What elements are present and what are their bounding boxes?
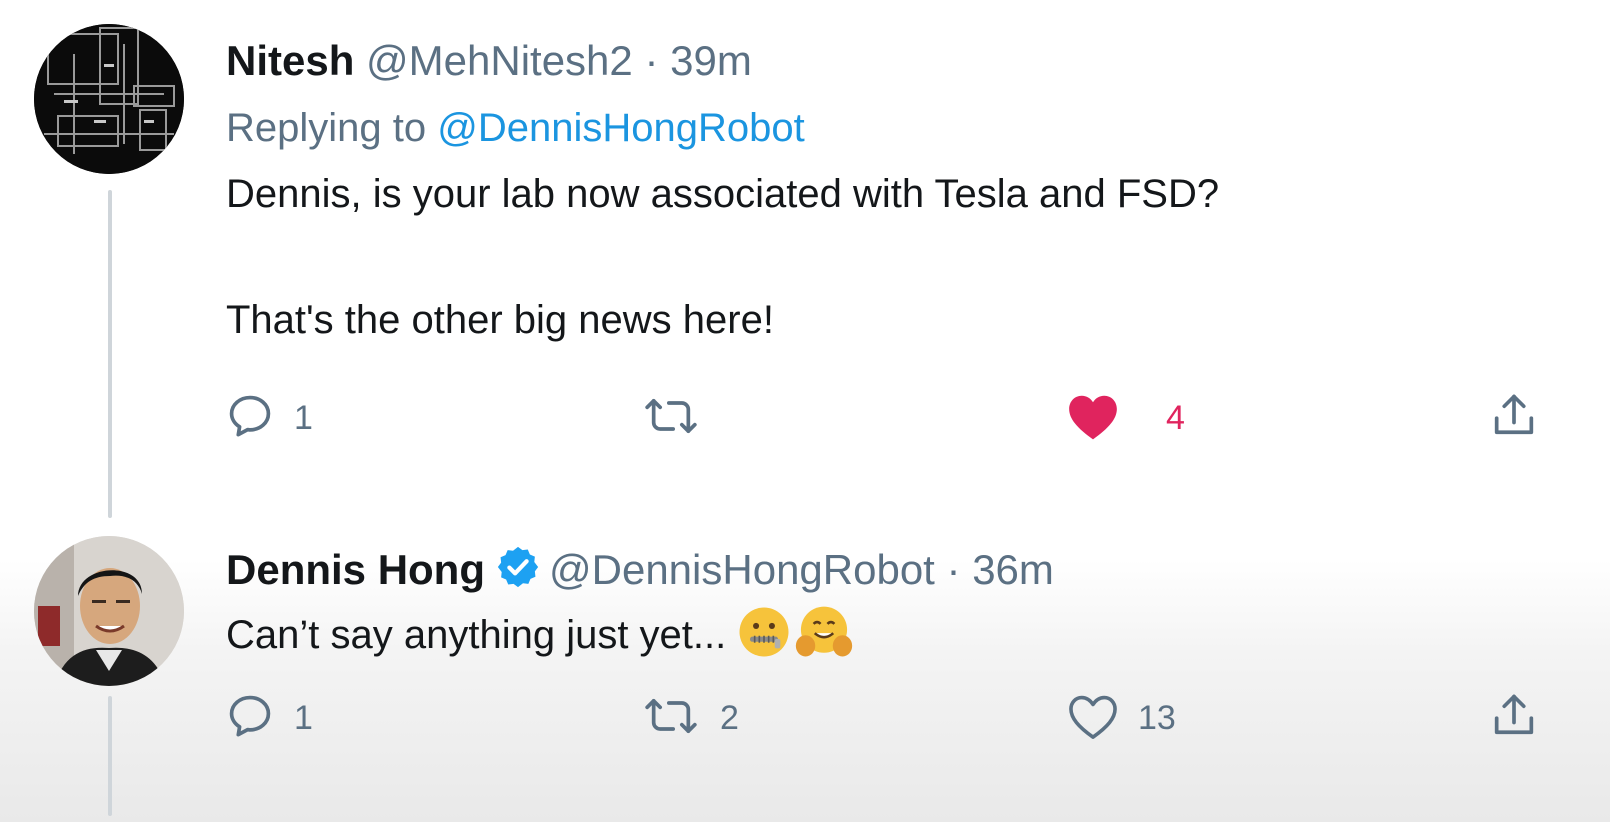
share-icon <box>1488 690 1540 747</box>
heart-outline-icon <box>1066 691 1120 746</box>
reply-count: 1 <box>294 698 313 737</box>
user-handle[interactable]: @DennisHongRobot <box>549 546 935 593</box>
retweet-button[interactable] <box>640 388 720 448</box>
tweet-actions: 1 4 <box>0 388 1610 448</box>
retweet-count: 2 <box>720 698 739 737</box>
reply-button[interactable]: 1 <box>224 388 313 448</box>
like-count: 4 <box>1166 398 1185 437</box>
display-name[interactable]: Dennis Hong <box>226 546 485 593</box>
tweet-text-line-1: Dennis, is your lab now associated with … <box>226 172 1220 216</box>
avatar[interactable] <box>34 536 184 686</box>
reply-icon <box>224 390 276 447</box>
heart-filled-icon <box>1066 391 1120 446</box>
tweet-text: Can’t say anything just yet... <box>226 604 854 667</box>
reply-button[interactable]: 1 <box>224 688 313 748</box>
timestamp[interactable]: 39m <box>670 37 752 84</box>
tweet-header: Nitesh @MehNitesh2 · 39m <box>226 40 752 82</box>
separator-dot: · <box>946 546 961 593</box>
timestamp[interactable]: 36m <box>972 546 1054 593</box>
tweet-thread: Nitesh @MehNitesh2 · 39m Replying to @De… <box>0 0 1610 822</box>
thread-connector <box>108 190 112 518</box>
hugging-face-icon <box>794 604 854 667</box>
retweet-icon <box>640 390 702 447</box>
tweet-text-line-1: Can’t say anything just yet... <box>226 613 727 657</box>
like-button[interactable]: 13 <box>1066 688 1176 748</box>
verified-badge-icon <box>495 544 541 597</box>
reply-icon <box>224 690 276 747</box>
share-button[interactable] <box>1488 388 1540 448</box>
separator-dot: · <box>644 37 659 84</box>
mention-link[interactable]: @DennisHongRobot <box>437 106 804 150</box>
tweet-dennis-hong[interactable]: Dennis Hong @DennisHongRobot · 36m Can’t … <box>0 530 1610 822</box>
zipper-mouth-face-icon <box>736 604 792 667</box>
retweet-button[interactable]: 2 <box>640 688 739 748</box>
share-button[interactable] <box>1488 688 1540 748</box>
tweet-text-line-2: That's the other big news here! <box>226 298 774 342</box>
user-handle[interactable]: @MehNitesh2 <box>366 37 633 84</box>
like-count: 13 <box>1138 698 1176 737</box>
tweet-nitesh[interactable]: Nitesh @MehNitesh2 · 39m Replying to @De… <box>0 0 1610 530</box>
retweet-icon <box>640 690 702 747</box>
avatar[interactable] <box>34 24 184 174</box>
share-icon <box>1488 390 1540 447</box>
tweet-header: Dennis Hong @DennisHongRobot · 36m <box>226 544 1054 597</box>
replying-to-label: Replying to <box>226 106 427 150</box>
tweet-actions: 1 2 13 <box>0 688 1610 748</box>
replying-to: Replying to @DennisHongRobot <box>226 106 805 151</box>
reply-count: 1 <box>294 398 313 437</box>
display-name[interactable]: Nitesh <box>226 37 354 84</box>
like-button[interactable]: 4 <box>1066 388 1185 448</box>
